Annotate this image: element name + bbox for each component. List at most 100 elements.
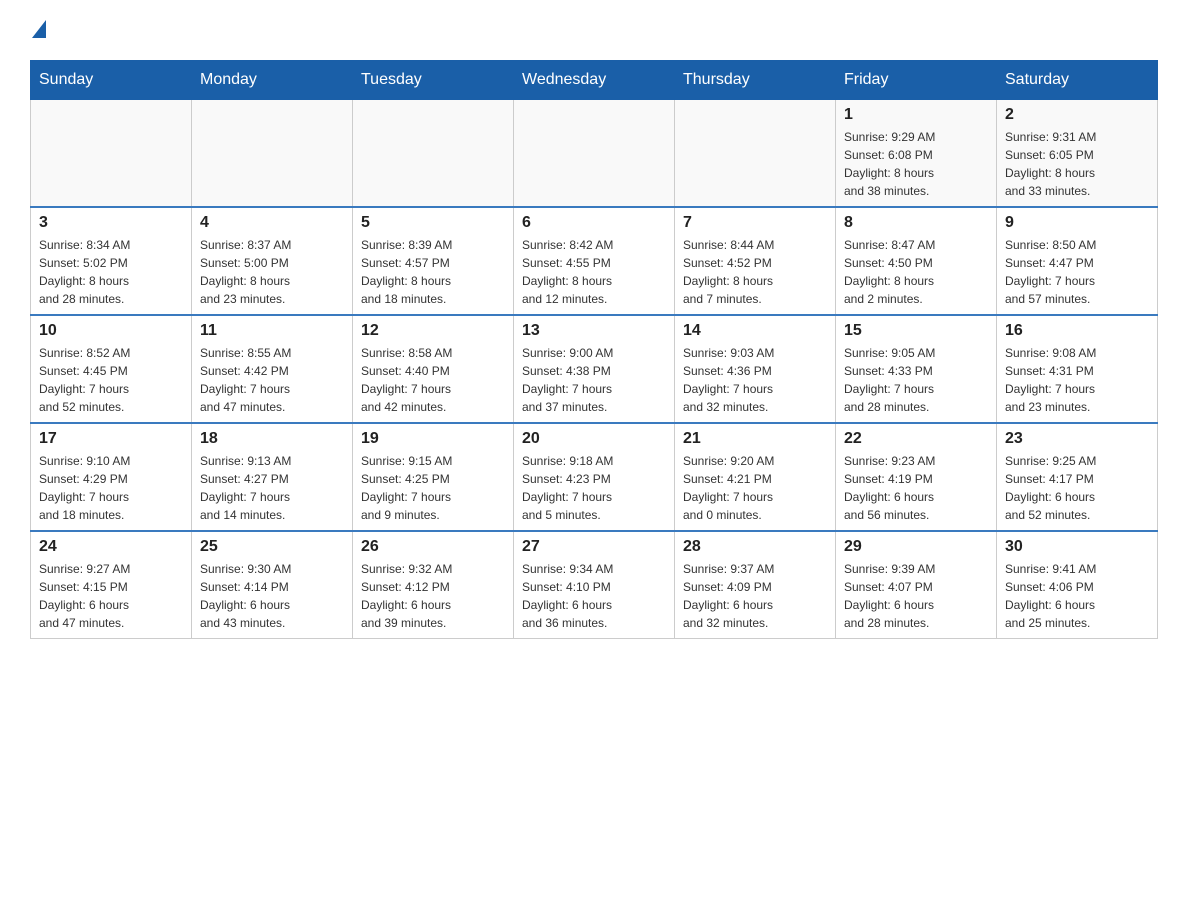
day-number: 2 [1005,106,1149,124]
calendar-cell: 13 Sunrise: 9:00 AM Sunset: 4:38 PM Dayli… [514,315,675,423]
day-number: 25 [200,538,344,556]
calendar-cell: 19Sunrise: 9:15 AM Sunset: 4:25 PM Dayli… [353,423,514,531]
calendar-header-row: SundayMondayTuesdayWednesdayThursdayFrid… [31,61,1158,100]
calendar-cell: 7Sunrise: 8:44 AM Sunset: 4:52 PM Daylig… [675,207,836,315]
day-number: 24 [39,538,183,556]
day-header-monday: Monday [192,61,353,100]
calendar-cell: 16 Sunrise: 9:08 AM Sunset: 4:31 PM Dayli… [997,315,1158,423]
day-info: Sunrise: 9:10 AM Sunset: 4:29 PM Dayligh… [39,452,183,524]
calendar-cell: 25 Sunrise: 9:30 AM Sunset: 4:14 PM Dayli… [192,531,353,639]
day-header-friday: Friday [836,61,997,100]
day-info: Sunrise: 8:39 AM Sunset: 4:57 PM Dayligh… [361,236,505,308]
day-header-saturday: Saturday [997,61,1158,100]
day-info: Sunrise: 9:30 AM Sunset: 4:14 PM Dayligh… [200,560,344,632]
calendar-cell: 11 Sunrise: 8:55 AM Sunset: 4:42 PM Dayli… [192,315,353,423]
calendar-cell: 29 Sunrise: 9:39 AM Sunset: 4:07 PM Dayli… [836,531,997,639]
day-header-wednesday: Wednesday [514,61,675,100]
calendar-week-2: 3 Sunrise: 8:34 AM Sunset: 5:02 PM Daylig… [31,207,1158,315]
day-number: 7 [683,214,827,232]
day-number: 10 [39,322,183,340]
day-number: 16 [1005,322,1149,340]
day-number: 23 [1005,430,1149,448]
day-number: 8 [844,214,988,232]
day-info: Sunrise: 9:13 AM Sunset: 4:27 PM Dayligh… [200,452,344,524]
calendar-cell: 24 Sunrise: 9:27 AM Sunset: 4:15 PM Dayli… [31,531,192,639]
day-info: Sunrise: 8:55 AM Sunset: 4:42 PM Dayligh… [200,344,344,416]
day-info: Sunrise: 9:00 AM Sunset: 4:38 PM Dayligh… [522,344,666,416]
calendar-cell: 4 Sunrise: 8:37 AM Sunset: 5:00 PM Daylig… [192,207,353,315]
day-number: 28 [683,538,827,556]
calendar-cell: 14 Sunrise: 9:03 AM Sunset: 4:36 PM Dayli… [675,315,836,423]
calendar-cell: 18 Sunrise: 9:13 AM Sunset: 4:27 PM Dayli… [192,423,353,531]
day-number: 21 [683,430,827,448]
calendar-cell: 21 Sunrise: 9:20 AM Sunset: 4:21 PM Dayli… [675,423,836,531]
day-number: 3 [39,214,183,232]
day-info: Sunrise: 9:37 AM Sunset: 4:09 PM Dayligh… [683,560,827,632]
day-number: 9 [1005,214,1149,232]
calendar-cell: 15Sunrise: 9:05 AM Sunset: 4:33 PM Dayli… [836,315,997,423]
day-info: Sunrise: 9:39 AM Sunset: 4:07 PM Dayligh… [844,560,988,632]
day-number: 13 [522,322,666,340]
day-number: 20 [522,430,666,448]
day-number: 5 [361,214,505,232]
logo-arrow-icon [32,20,46,38]
calendar-cell: 12Sunrise: 8:58 AM Sunset: 4:40 PM Dayli… [353,315,514,423]
day-number: 27 [522,538,666,556]
calendar-cell: 8 Sunrise: 8:47 AM Sunset: 4:50 PM Daylig… [836,207,997,315]
day-info: Sunrise: 9:27 AM Sunset: 4:15 PM Dayligh… [39,560,183,632]
day-info: Sunrise: 9:15 AM Sunset: 4:25 PM Dayligh… [361,452,505,524]
calendar-cell: 10Sunrise: 8:52 AM Sunset: 4:45 PM Dayli… [31,315,192,423]
day-number: 15 [844,322,988,340]
calendar-cell: 27 Sunrise: 9:34 AM Sunset: 4:10 PM Dayli… [514,531,675,639]
day-info: Sunrise: 8:37 AM Sunset: 5:00 PM Dayligh… [200,236,344,308]
day-info: Sunrise: 9:41 AM Sunset: 4:06 PM Dayligh… [1005,560,1149,632]
calendar-cell [192,100,353,208]
calendar-cell: 6 Sunrise: 8:42 AM Sunset: 4:55 PM Daylig… [514,207,675,315]
day-number: 1 [844,106,988,124]
calendar-cell [514,100,675,208]
logo [30,20,62,40]
day-info: Sunrise: 8:42 AM Sunset: 4:55 PM Dayligh… [522,236,666,308]
day-info: Sunrise: 8:58 AM Sunset: 4:40 PM Dayligh… [361,344,505,416]
calendar-cell [675,100,836,208]
calendar-cell [353,100,514,208]
day-info: Sunrise: 9:29 AM Sunset: 6:08 PM Dayligh… [844,128,988,200]
day-info: Sunrise: 9:34 AM Sunset: 4:10 PM Dayligh… [522,560,666,632]
calendar-week-4: 17 Sunrise: 9:10 AM Sunset: 4:29 PM Dayli… [31,423,1158,531]
calendar-week-5: 24 Sunrise: 9:27 AM Sunset: 4:15 PM Dayli… [31,531,1158,639]
day-number: 22 [844,430,988,448]
calendar-cell [31,100,192,208]
calendar-cell: 3 Sunrise: 8:34 AM Sunset: 5:02 PM Daylig… [31,207,192,315]
day-info: Sunrise: 8:47 AM Sunset: 4:50 PM Dayligh… [844,236,988,308]
calendar-cell: 30 Sunrise: 9:41 AM Sunset: 4:06 PM Dayli… [997,531,1158,639]
calendar-cell: 20 Sunrise: 9:18 AM Sunset: 4:23 PM Dayli… [514,423,675,531]
calendar-week-3: 10Sunrise: 8:52 AM Sunset: 4:45 PM Dayli… [31,315,1158,423]
day-number: 17 [39,430,183,448]
day-number: 11 [200,322,344,340]
calendar-cell: 22Sunrise: 9:23 AM Sunset: 4:19 PM Dayli… [836,423,997,531]
day-number: 18 [200,430,344,448]
day-number: 29 [844,538,988,556]
day-info: Sunrise: 9:25 AM Sunset: 4:17 PM Dayligh… [1005,452,1149,524]
day-header-tuesday: Tuesday [353,61,514,100]
day-number: 30 [1005,538,1149,556]
calendar-table: SundayMondayTuesdayWednesdayThursdayFrid… [30,60,1158,639]
day-info: Sunrise: 9:31 AM Sunset: 6:05 PM Dayligh… [1005,128,1149,200]
day-number: 26 [361,538,505,556]
day-number: 14 [683,322,827,340]
day-info: Sunrise: 9:08 AM Sunset: 4:31 PM Dayligh… [1005,344,1149,416]
day-info: Sunrise: 8:34 AM Sunset: 5:02 PM Dayligh… [39,236,183,308]
day-header-thursday: Thursday [675,61,836,100]
calendar-cell: 23 Sunrise: 9:25 AM Sunset: 4:17 PM Dayli… [997,423,1158,531]
day-number: 6 [522,214,666,232]
day-info: Sunrise: 9:03 AM Sunset: 4:36 PM Dayligh… [683,344,827,416]
day-info: Sunrise: 9:20 AM Sunset: 4:21 PM Dayligh… [683,452,827,524]
calendar-cell: 2 Sunrise: 9:31 AM Sunset: 6:05 PM Daylig… [997,100,1158,208]
day-header-sunday: Sunday [31,61,192,100]
day-info: Sunrise: 8:50 AM Sunset: 4:47 PM Dayligh… [1005,236,1149,308]
day-number: 4 [200,214,344,232]
calendar-cell: 1 Sunrise: 9:29 AM Sunset: 6:08 PM Daylig… [836,100,997,208]
calendar-cell: 9 Sunrise: 8:50 AM Sunset: 4:47 PM Daylig… [997,207,1158,315]
day-info: Sunrise: 9:18 AM Sunset: 4:23 PM Dayligh… [522,452,666,524]
calendar-cell: 5 Sunrise: 8:39 AM Sunset: 4:57 PM Daylig… [353,207,514,315]
